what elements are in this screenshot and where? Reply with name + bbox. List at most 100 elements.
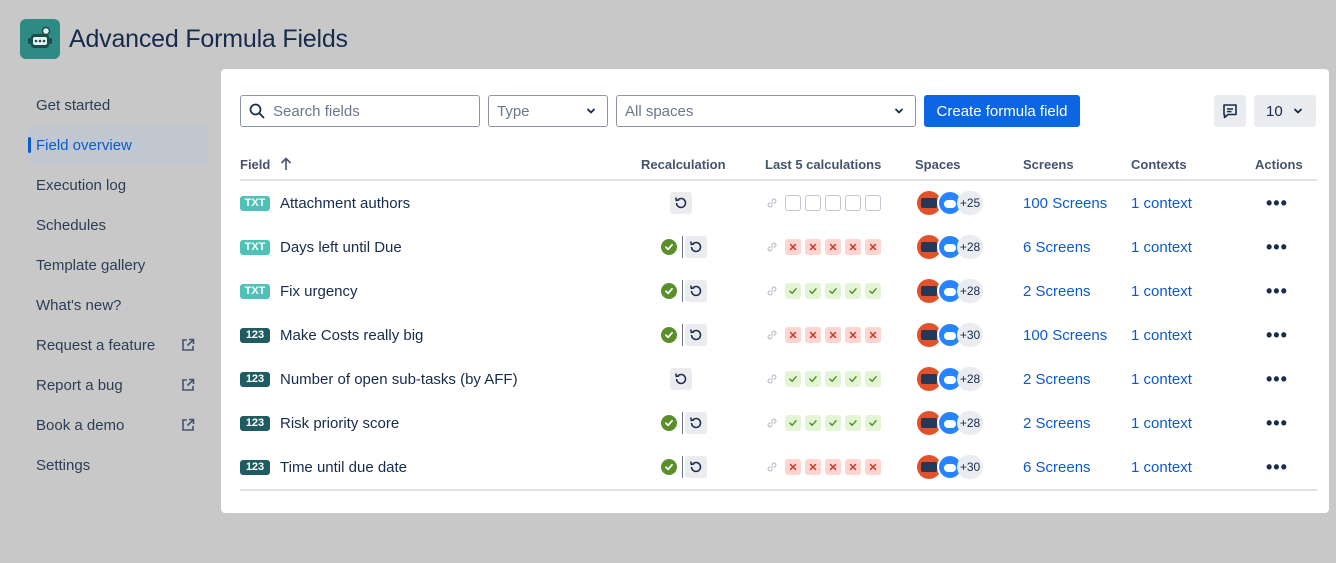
screens-cell: 2 Screens	[1023, 357, 1091, 401]
more-actions-icon[interactable]: •••	[1266, 325, 1288, 346]
spaces-cell[interactable]: +30	[917, 445, 987, 489]
screens-link[interactable]: 2 Screens	[1023, 371, 1091, 388]
field-name[interactable]: Attachment authors	[280, 195, 410, 212]
screens-link[interactable]: 6 Screens	[1023, 239, 1091, 256]
sidebar-item-label: Book a demo	[36, 416, 125, 434]
calc-success-icon	[825, 283, 841, 299]
last-calculations-cell	[765, 181, 885, 225]
last-calculations-cell	[765, 445, 885, 489]
field-name[interactable]: Time until due date	[280, 459, 407, 476]
calc-success-icon	[785, 283, 801, 299]
divider	[682, 324, 683, 346]
success-check-icon	[661, 283, 677, 299]
sidebar-item-template-gallery[interactable]: Template gallery	[28, 245, 208, 285]
table-row: 123 Make Costs really big +30 100 Screen…	[240, 313, 1317, 357]
more-actions-icon[interactable]: •••	[1266, 237, 1288, 258]
divider	[682, 236, 683, 258]
sidebar-item-schedules[interactable]: Schedules	[28, 205, 208, 245]
refresh-icon	[675, 197, 687, 209]
field-name[interactable]: Make Costs really big	[280, 327, 423, 344]
screens-link[interactable]: 100 Screens	[1023, 195, 1107, 212]
contexts-link[interactable]: 1 context	[1131, 327, 1192, 344]
contexts-link[interactable]: 1 context	[1131, 239, 1192, 256]
recalculate-button[interactable]	[685, 456, 707, 478]
type-select-value: Type	[497, 102, 530, 120]
search-icon	[249, 103, 265, 119]
more-actions-icon[interactable]: •••	[1266, 281, 1288, 302]
search-box[interactable]	[240, 95, 480, 127]
recalculation-cell	[670, 357, 692, 401]
spaces-select[interactable]: All spaces	[616, 95, 916, 127]
spaces-cell[interactable]: +28	[917, 401, 987, 445]
recalculate-button[interactable]	[685, 412, 707, 434]
divider	[682, 280, 683, 302]
calc-failure-icon	[805, 327, 821, 343]
field-name[interactable]: Number of open sub-tasks (by AFF)	[280, 371, 518, 388]
recalculate-button[interactable]	[670, 368, 692, 390]
contexts-link[interactable]: 1 context	[1131, 283, 1192, 300]
table-row: 123 Risk priority score +28 2 Screens 1 …	[240, 401, 1317, 445]
contexts-link[interactable]: 1 context	[1131, 371, 1192, 388]
calc-failure-icon	[785, 239, 801, 255]
sidebar-item-get-started[interactable]: Get started	[28, 85, 208, 125]
spaces-cell[interactable]: +30	[917, 313, 987, 357]
calc-success-icon	[805, 283, 821, 299]
last-calculations-cell	[765, 225, 885, 269]
recalculate-button[interactable]	[685, 236, 707, 258]
field-name[interactable]: Fix urgency	[280, 283, 358, 300]
chevron-down-icon	[587, 108, 595, 114]
calc-success-icon	[785, 415, 801, 431]
screens-link[interactable]: 2 Screens	[1023, 415, 1091, 432]
screens-link[interactable]: 100 Screens	[1023, 327, 1107, 344]
table-bottom-divider	[240, 489, 1317, 491]
spaces-cell[interactable]: +28	[917, 357, 987, 401]
app-header: Advanced Formula Fields	[20, 19, 348, 59]
field-name[interactable]: Risk priority score	[280, 415, 399, 432]
header-contexts: Contexts	[1131, 157, 1187, 172]
screens-link[interactable]: 2 Screens	[1023, 283, 1091, 300]
actions-cell: •••	[1266, 445, 1288, 489]
recalculation-cell	[661, 401, 707, 445]
recalculate-button[interactable]	[670, 192, 692, 214]
feedback-button[interactable]	[1214, 95, 1246, 127]
type-select[interactable]: Type	[488, 95, 608, 127]
sidebar-item-label: Execution log	[36, 176, 127, 194]
more-actions-icon[interactable]: •••	[1266, 369, 1288, 390]
sidebar-item-label: What's new?	[36, 296, 122, 314]
recalculate-button[interactable]	[685, 280, 707, 302]
sidebar-item-what-s-new[interactable]: What's new?	[28, 285, 208, 325]
contexts-link[interactable]: 1 context	[1131, 195, 1192, 212]
actions-cell: •••	[1266, 401, 1288, 445]
link-icon	[767, 462, 777, 472]
sidebar-item-request-a-feature[interactable]: Request a feature	[28, 325, 208, 365]
header-field[interactable]: Field	[240, 157, 292, 172]
more-actions-icon[interactable]: •••	[1266, 457, 1288, 478]
sidebar-item-book-a-demo[interactable]: Book a demo	[28, 405, 208, 445]
contexts-link[interactable]: 1 context	[1131, 459, 1192, 476]
search-input[interactable]	[273, 102, 463, 120]
recalculate-button[interactable]	[685, 324, 707, 346]
calc-failure-icon	[845, 459, 861, 475]
last-calculations-cell	[765, 313, 885, 357]
sidebar-item-label: Template gallery	[36, 256, 146, 274]
field-type-badge: TXT	[240, 239, 270, 255]
page-size-select[interactable]: 10	[1254, 95, 1316, 127]
spaces-cell[interactable]: +28	[917, 225, 987, 269]
more-actions-icon[interactable]: •••	[1266, 193, 1288, 214]
more-actions-icon[interactable]: •••	[1266, 413, 1288, 434]
sidebar-item-report-a-bug[interactable]: Report a bug	[28, 365, 208, 405]
external-link-icon	[182, 418, 195, 431]
spaces-cell[interactable]: +25	[917, 181, 987, 225]
sidebar-item-settings[interactable]: Settings	[28, 445, 208, 485]
calc-failure-icon	[825, 239, 841, 255]
sidebar-item-execution-log[interactable]: Execution log	[28, 165, 208, 205]
success-check-icon	[661, 415, 677, 431]
contexts-link[interactable]: 1 context	[1131, 415, 1192, 432]
create-formula-field-button[interactable]: Create formula field	[924, 95, 1080, 127]
sidebar-item-field-overview[interactable]: Field overview	[28, 125, 208, 165]
spaces-cell[interactable]: +28	[917, 269, 987, 313]
field-name[interactable]: Days left until Due	[280, 239, 402, 256]
calc-success-icon	[805, 371, 821, 387]
contexts-cell: 1 context	[1131, 313, 1192, 357]
screens-link[interactable]: 6 Screens	[1023, 459, 1091, 476]
